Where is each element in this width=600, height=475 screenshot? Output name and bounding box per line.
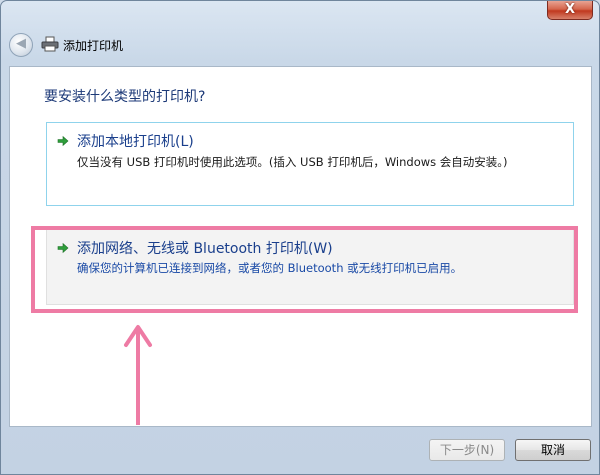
annotation-arrow-icon — [124, 325, 152, 425]
printer-icon — [41, 36, 59, 52]
back-button[interactable]: ◀ — [9, 33, 33, 57]
content-panel: 要安装什么类型的打印机? 添加本地打印机(L) 仅当没有 USB 打印机时使用此… — [9, 66, 592, 427]
page-heading: 要安装什么类型的打印机? — [44, 89, 206, 105]
close-button[interactable]: X — [547, 1, 593, 20]
close-icon: X — [564, 2, 576, 17]
back-arrow-icon: ◀ — [16, 36, 26, 51]
add-local-printer-option[interactable]: 添加本地打印机(L) 仅当没有 USB 打印机时使用此选项。(插入 USB 打印… — [46, 122, 574, 206]
cancel-button[interactable]: 取消 — [515, 439, 591, 461]
window-title: 添加打印机 — [63, 39, 124, 53]
dialog-window: X ◀ 添加打印机 要安装什么类型的打印机? 添加本地打印机(L) 仅当没有 U… — [0, 0, 600, 475]
green-arrow-icon — [57, 135, 69, 147]
option-title: 添加本地打印机(L) — [77, 134, 194, 150]
highlight-box — [31, 226, 578, 313]
option-description: 仅当没有 USB 打印机时使用此选项。(插入 USB 打印机后，Windows … — [77, 155, 508, 169]
next-button[interactable]: 下一步(N) — [429, 439, 505, 461]
